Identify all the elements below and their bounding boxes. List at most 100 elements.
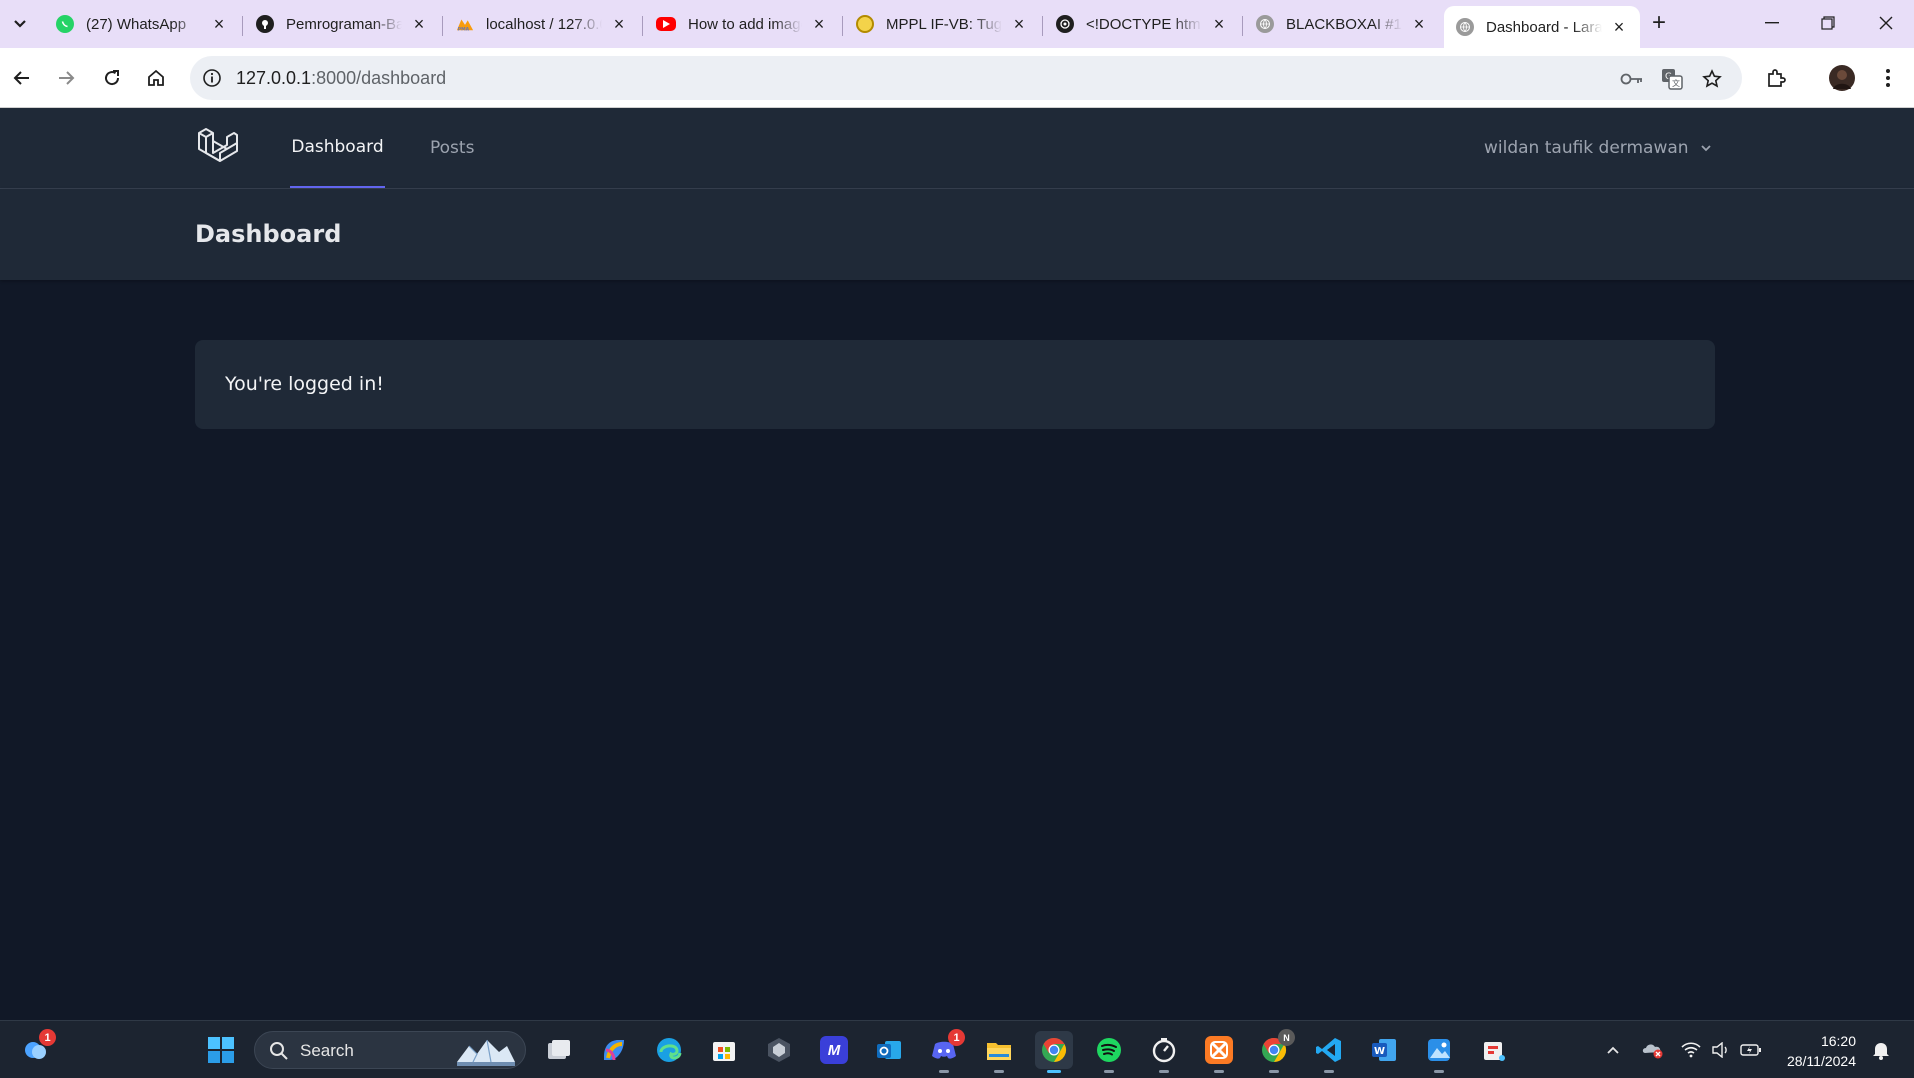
wifi-tray[interactable] — [1680, 1039, 1702, 1061]
tab-github[interactable]: Pemrograman-Backend × — [244, 6, 440, 42]
snipping-tool-app[interactable] — [1475, 1031, 1513, 1069]
url-text[interactable]: 127.0.0.1:8000/dashboard — [236, 68, 446, 89]
show-hidden-icons-button[interactable] — [1602, 1039, 1624, 1061]
reload-button[interactable] — [96, 62, 128, 94]
close-icon[interactable]: × — [1410, 14, 1428, 34]
close-icon[interactable]: × — [410, 14, 428, 34]
laravel-logo-icon[interactable] — [197, 127, 239, 169]
info-icon[interactable] — [202, 68, 222, 88]
battery-charging-icon — [1740, 1044, 1761, 1056]
tab-doctype[interactable]: <!DOCTYPE html> × — [1044, 6, 1240, 42]
search-icon — [270, 1042, 288, 1060]
profile-badge: N — [1278, 1029, 1295, 1046]
tab-title: localhost / 127.0.0.1 — [486, 15, 602, 33]
forward-button[interactable] — [50, 62, 82, 94]
chrome-app[interactable] — [1035, 1031, 1073, 1073]
spotify-app[interactable] — [1090, 1031, 1128, 1073]
close-icon[interactable]: × — [610, 14, 628, 34]
volume-tray[interactable] — [1710, 1039, 1732, 1061]
running-indicator — [939, 1070, 949, 1073]
windows-logo-icon — [208, 1037, 234, 1063]
running-indicator — [1159, 1070, 1169, 1073]
tab-blackbox[interactable]: BLACKBOXAI #1 × — [1244, 6, 1440, 42]
mathpix-app[interactable]: M — [815, 1031, 853, 1069]
tab-whatsapp[interactable]: (27) WhatsApp × — [44, 6, 240, 42]
onedrive-tray[interactable] — [1642, 1039, 1664, 1061]
word-app[interactable]: W — [1365, 1031, 1403, 1069]
discord-app[interactable]: 1 — [925, 1029, 965, 1073]
unity-app[interactable] — [760, 1031, 798, 1069]
vscode-app[interactable] — [1310, 1031, 1348, 1073]
close-icon[interactable]: × — [810, 14, 828, 34]
close-window-button[interactable] — [1858, 0, 1914, 46]
extensions-button[interactable] — [1760, 62, 1792, 94]
tab-divider — [242, 16, 243, 36]
task-view-app[interactable] — [540, 1031, 578, 1069]
status-card: You're logged in! — [195, 340, 1715, 429]
search-highlight-icon — [457, 1039, 515, 1066]
close-icon[interactable]: × — [1010, 14, 1028, 34]
tab-title: (27) WhatsApp — [86, 15, 187, 33]
new-tab-button[interactable]: + — [1646, 9, 1672, 36]
url-path: :8000/dashboard — [311, 68, 447, 88]
translate-icon[interactable]: G文 — [1660, 67, 1684, 91]
outlook-icon — [877, 1041, 901, 1059]
chevron-up-icon — [1607, 1046, 1619, 1054]
clock-time: 16:20 — [1820, 1033, 1856, 1049]
windows-taskbar: 1 Search M 1 N W 16:20 28/11/2024 — [0, 1020, 1914, 1078]
tab-title: Dashboard - Laravel — [1486, 18, 1602, 36]
battery-tray[interactable] — [1740, 1039, 1762, 1061]
nav-dashboard-link[interactable]: Dashboard — [290, 108, 385, 188]
notifications-button[interactable] — [1870, 1039, 1892, 1061]
tab-phpmyadmin[interactable]: PMA localhost / 127.0.0.1 × — [444, 6, 640, 42]
copilot-app[interactable] — [595, 1031, 633, 1069]
chrome-profile-app[interactable]: N — [1255, 1029, 1295, 1073]
search-label: Search — [300, 1041, 354, 1060]
nav-posts-link[interactable]: Posts — [430, 108, 474, 188]
start-button[interactable] — [202, 1031, 240, 1069]
login-status-message: You're logged in! — [225, 373, 384, 395]
tab-dashboard-active[interactable]: Dashboard - Laravel × — [1444, 6, 1640, 48]
chevron-down-icon — [14, 20, 26, 28]
close-icon[interactable]: × — [1610, 17, 1628, 37]
bookmark-star-icon[interactable] — [1700, 67, 1724, 91]
running-indicator — [1324, 1070, 1334, 1073]
tab-title: Pemrograman-Backend — [286, 15, 402, 33]
page-header: Dashboard — [0, 189, 1914, 280]
close-icon[interactable]: × — [210, 14, 228, 34]
avatar — [1829, 65, 1855, 91]
store-app[interactable] — [705, 1031, 743, 1069]
restore-button[interactable] — [1800, 0, 1856, 46]
address-bar[interactable]: 127.0.0.1:8000/dashboard G文 — [190, 56, 1742, 100]
whatsapp-icon — [56, 15, 74, 33]
xampp-icon — [1205, 1036, 1233, 1064]
password-key-icon[interactable] — [1620, 67, 1644, 91]
task-view-icon — [548, 1040, 570, 1059]
user-dropdown[interactable]: wildan taufik dermawan — [1484, 138, 1713, 158]
profile-button[interactable] — [1826, 62, 1858, 94]
taskbar-search[interactable]: Search — [254, 1031, 526, 1069]
tab-divider — [642, 16, 643, 36]
spotify-icon — [1097, 1038, 1121, 1062]
minimize-button[interactable] — [1744, 0, 1800, 46]
taskbar-clock[interactable]: 16:20 28/11/2024 — [1782, 1031, 1856, 1071]
widgets-button[interactable]: 1 — [16, 1029, 56, 1069]
tab-title: BLACKBOXAI #1 — [1286, 15, 1402, 33]
back-button[interactable] — [6, 62, 38, 94]
edge-app[interactable] — [650, 1031, 688, 1069]
file-explorer-app[interactable] — [980, 1031, 1018, 1073]
clock-app[interactable] — [1145, 1031, 1183, 1073]
xampp-app[interactable] — [1200, 1031, 1238, 1073]
running-indicator — [1434, 1070, 1444, 1073]
chrome-icon — [1042, 1038, 1067, 1062]
tab-mppl[interactable]: MPPL IF-VB: Tugas × — [844, 6, 1040, 42]
chrome-menu-button[interactable] — [1872, 62, 1904, 94]
tab-youtube[interactable]: How to add image × — [644, 6, 840, 42]
wifi-icon — [1681, 1042, 1701, 1058]
outlook-app[interactable] — [870, 1031, 908, 1069]
close-icon — [1879, 16, 1893, 30]
tab-search-button[interactable] — [6, 9, 34, 37]
photos-app[interactable] — [1420, 1031, 1458, 1073]
home-button[interactable] — [140, 62, 172, 94]
close-icon[interactable]: × — [1210, 14, 1228, 34]
